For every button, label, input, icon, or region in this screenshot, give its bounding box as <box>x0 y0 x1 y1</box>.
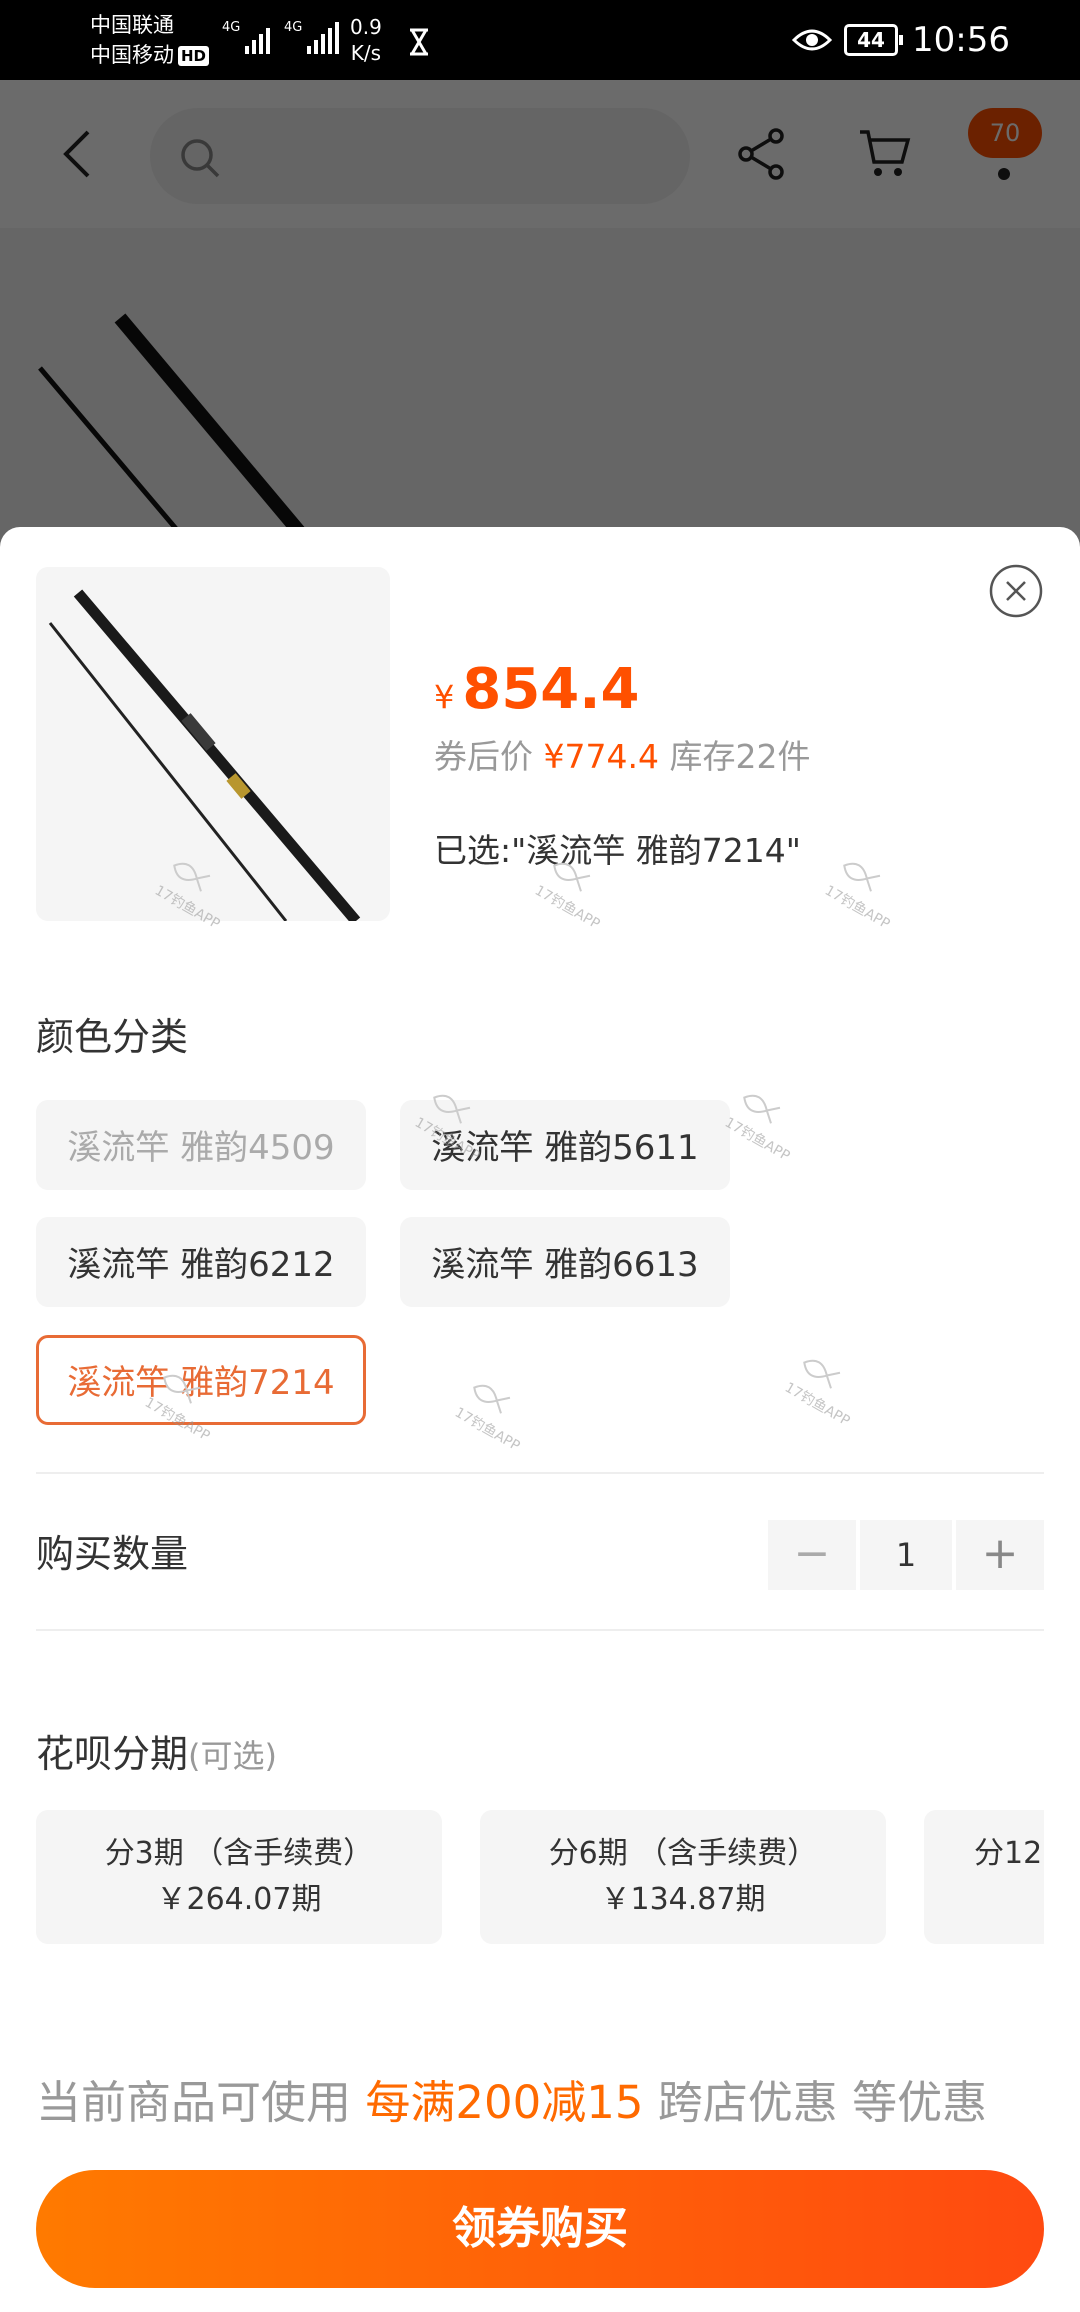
coupon-price: ¥774.4 <box>543 737 659 776</box>
product-price: ¥854.4 <box>434 657 640 722</box>
coupon-label: 券后价 <box>434 737 533 776</box>
quantity-value[interactable]: 1 <box>860 1520 952 1590</box>
product-thumbnail <box>36 567 390 921</box>
watermark-logo: 17钓鱼APP <box>451 1373 541 1456</box>
battery-indicator: 44 <box>844 24 903 56</box>
carrier-2: 中国移动 <box>90 43 174 67</box>
quantity-increase-button[interactable]: + <box>956 1520 1044 1590</box>
signal-icon-2: 4G <box>284 20 340 54</box>
sku-option-6613[interactable]: 溪流竿 雅韵6613 <box>400 1217 730 1307</box>
stock-count: 库存22件 <box>669 737 811 776</box>
carrier-info: 中国联通 中国移动 HD <box>90 10 210 70</box>
quantity-stepper: − 1 + <box>768 1520 1044 1590</box>
installment-plan-3[interactable]: 分3期 （含手续费） ￥264.07期 <box>36 1810 442 1944</box>
color-section-title: 颜色分类 <box>36 1015 189 1059</box>
watermark-logo: 17钓鱼APP <box>821 851 911 934</box>
watermark-logo: 17钓鱼APP <box>781 1348 871 1431</box>
divider <box>36 1629 1044 1631</box>
hd-badge: HD <box>178 46 210 66</box>
signal-icon-1: 4G <box>222 20 271 54</box>
fishing-rod-thumbnail-image <box>48 589 361 921</box>
quantity-label: 购买数量 <box>36 1532 189 1576</box>
sku-selector-sheet: ¥854.4 券后价 ¥774.4 库存22件 已选:"溪流竿 雅韵7214" … <box>0 527 1080 2312</box>
eye-comfort-icon <box>792 29 832 51</box>
network-speed: 0.9 K/s <box>350 15 382 65</box>
installment-options: 分3期 （含手续费） ￥264.07期 分6期 （含手续费） ￥134.87期 … <box>36 1810 1044 1944</box>
installment-plan-12[interactable]: 分12 <box>924 1810 1044 1944</box>
installment-optional-hint: (可选) <box>188 1737 277 1775</box>
carrier-1: 中国联通 <box>90 13 174 37</box>
claim-coupon-buy-button[interactable]: 领券购买 <box>36 2170 1044 2288</box>
promotion-info: 当前商品可使用 每满200减15 跨店优惠 等优惠 <box>36 2076 988 2129</box>
hourglass-icon <box>410 28 428 56</box>
sku-option-4509[interactable]: 溪流竿 雅韵4509 <box>36 1100 366 1190</box>
promotion-highlight: 每满200减15 <box>365 2076 644 2129</box>
coupon-price-line: 券后价 ¥774.4 库存22件 <box>434 733 810 781</box>
status-bar: 中国联通 中国移动 HD 4G 4G 0.9 K/s 44 10:56 <box>0 0 1080 80</box>
clock: 10:56 <box>912 20 1010 60</box>
installment-section-title: 花呗分期(可选) <box>36 1732 277 1776</box>
watermark-logo: 17钓鱼APP <box>721 1083 811 1166</box>
close-icon[interactable] <box>988 563 1044 619</box>
installment-plan-6[interactable]: 分6期 （含手续费） ￥134.87期 <box>480 1810 886 1944</box>
quantity-decrease-button[interactable]: − <box>768 1520 856 1590</box>
sku-option-6212[interactable]: 溪流竿 雅韵6212 <box>36 1217 366 1307</box>
divider <box>36 1472 1044 1474</box>
selected-variant-text: 已选:"溪流竿 雅韵7214" <box>434 831 801 870</box>
